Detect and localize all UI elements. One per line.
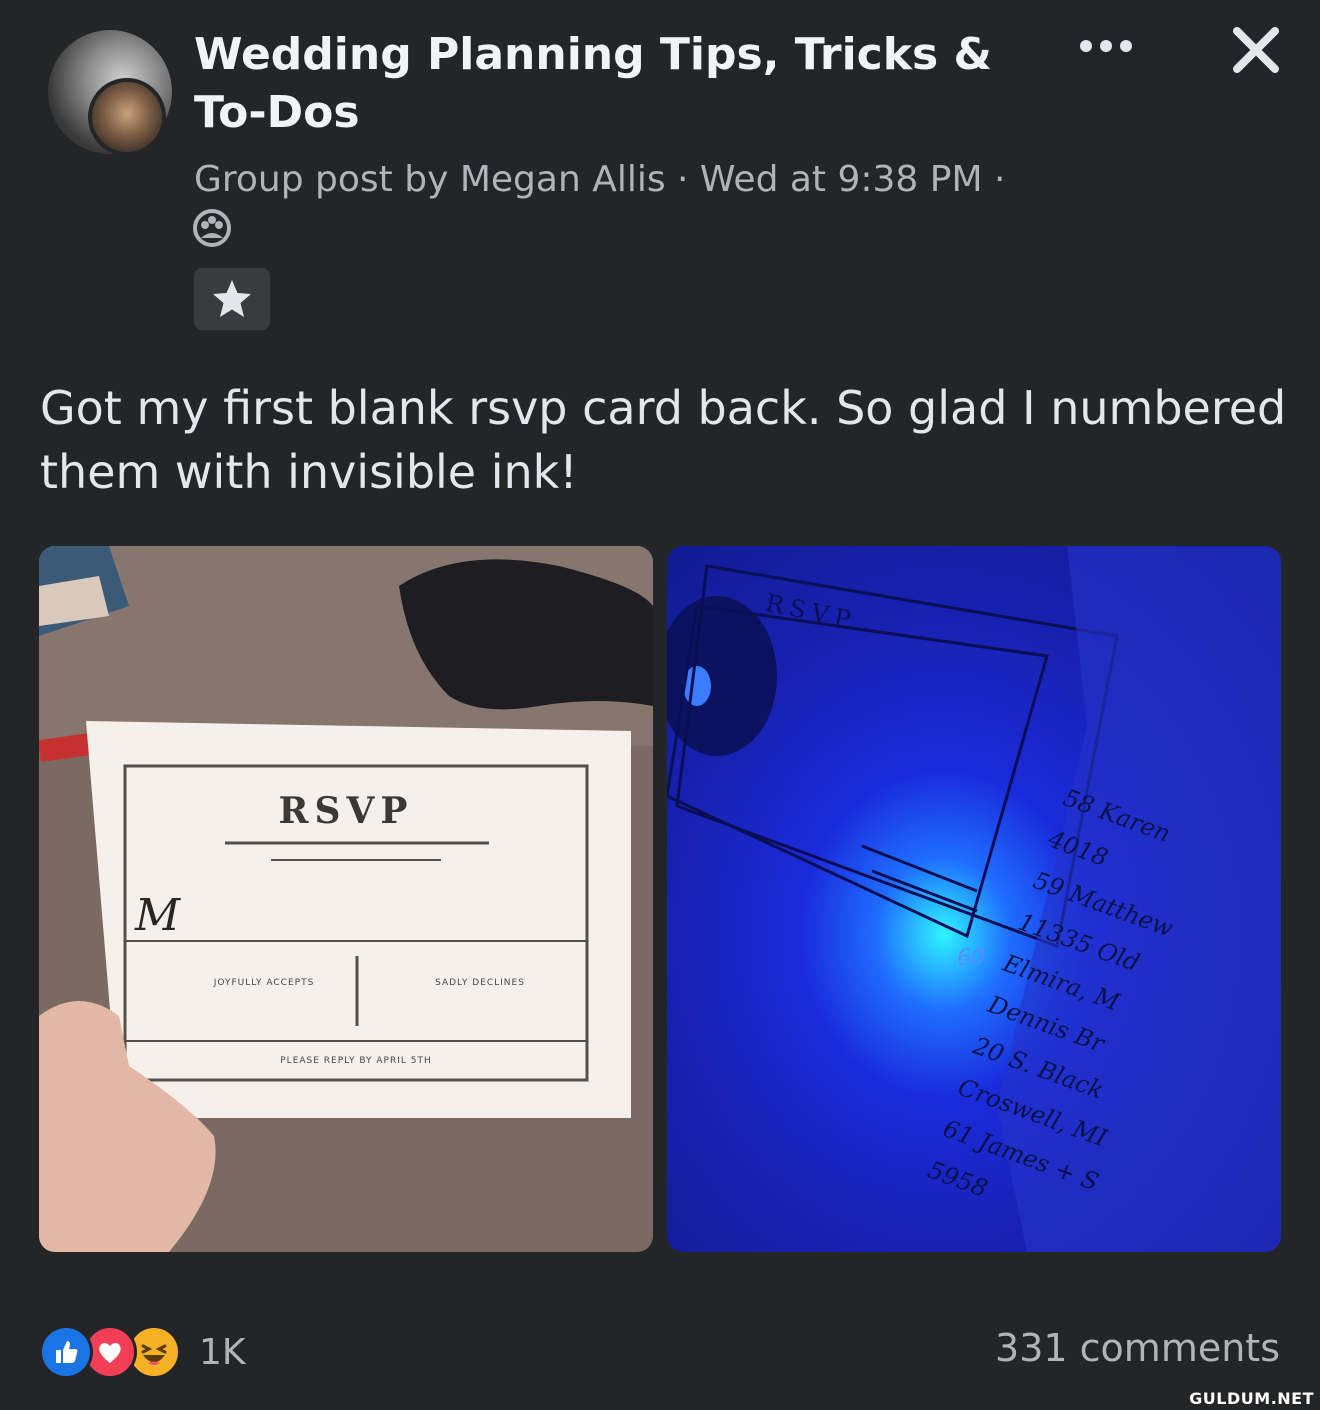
user-avatar — [88, 78, 166, 156]
rsvp-card-scene — [39, 546, 653, 1252]
more-dots-icon[interactable] — [1074, 26, 1138, 66]
like-reaction-icon — [39, 1325, 93, 1379]
photo-uv-reveal[interactable]: RSVP 60 58 Karen 4018 59 Matthew 11335 O… — [667, 546, 1281, 1252]
avatar[interactable] — [48, 30, 172, 156]
group-privacy-icon — [192, 208, 232, 248]
uv-number: 60 — [957, 946, 985, 971]
reaction-count[interactable]: 1K — [199, 1332, 246, 1373]
group-name[interactable]: Wedding Planning Tips, Tricks & To-Dos — [194, 26, 1014, 142]
rsvp-title: RSVP — [278, 790, 414, 832]
declines-label: SADLY DECLINES — [435, 978, 525, 988]
rsvp-initial: M — [135, 890, 181, 941]
close-icon[interactable] — [1222, 16, 1290, 84]
post-meta: Group post by Megan Allis · Wed at 9:38 … — [194, 159, 1006, 200]
post-text: Got my first blank rsvp card back. So gl… — [40, 381, 1287, 499]
reply-by-label: PLEASE REPLY BY APRIL 5TH — [280, 1056, 432, 1066]
accepts-label: JOYFULLY ACCEPTS — [213, 978, 315, 988]
comments-count[interactable]: 331 comments — [995, 1326, 1280, 1370]
star-badge[interactable] — [194, 268, 270, 330]
watermark: GULDUM.NET — [1189, 1389, 1314, 1408]
reactions-summary[interactable]: 1K — [39, 1324, 246, 1380]
star-badge-icon — [213, 280, 251, 317]
photo-rsvp-card[interactable]: RSVP M JOYFULLY ACCEPTS SADLY DECLINES P… — [39, 546, 653, 1252]
